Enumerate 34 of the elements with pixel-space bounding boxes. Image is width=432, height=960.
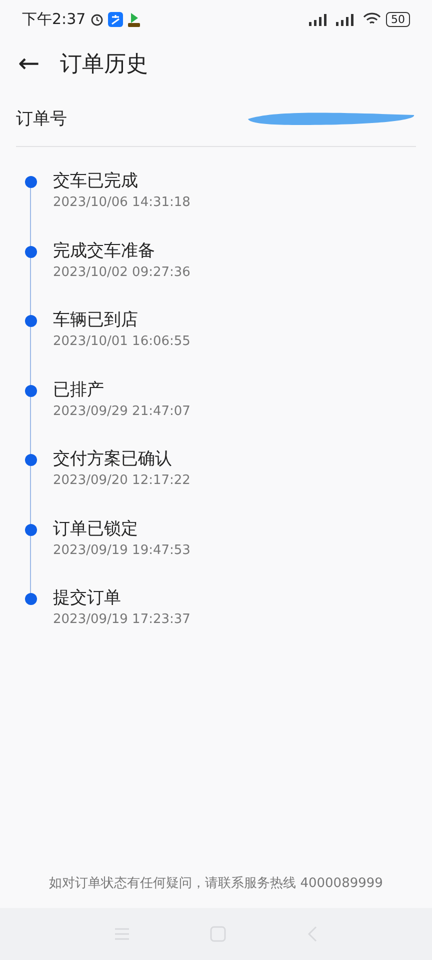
menu-icon[interactable] xyxy=(114,927,130,941)
order-number-label: 订单号 xyxy=(16,108,67,130)
timeline-dot xyxy=(25,593,37,605)
status-time: 2023/09/20 12:17:22 xyxy=(53,472,190,490)
status-title: 交车已完成 xyxy=(53,170,139,193)
page-title: 订单历史 xyxy=(60,51,148,79)
status-title: 完成交车准备 xyxy=(53,240,156,262)
status-time: 2023/09/29 21:47:07 xyxy=(53,402,190,420)
timeline-dot xyxy=(25,384,37,396)
home-icon[interactable] xyxy=(210,926,226,942)
status-time: 2023/10/06 14:31:18 xyxy=(53,194,190,212)
status-time: 2023/10/02 09:27:36 xyxy=(53,264,190,282)
timeline-dot xyxy=(25,246,37,258)
app-icon xyxy=(108,12,123,26)
status-time: 2023/10/01 16:06:55 xyxy=(53,333,190,351)
alarm-icon xyxy=(90,12,104,26)
status-title: 车辆已到店 xyxy=(53,309,139,332)
play-app-icon xyxy=(126,12,141,26)
timeline-dot xyxy=(25,524,37,536)
status-time: 2023/09/19 17:23:37 xyxy=(53,611,190,629)
back-button[interactable]: ← xyxy=(18,51,40,77)
status-time: 下午2:37 xyxy=(22,10,86,28)
timeline-dot xyxy=(25,315,37,327)
timeline-dot xyxy=(25,176,37,188)
wifi-icon xyxy=(363,12,381,26)
hotline-note: 如对订单状态有任何疑问，请联系服务热线 4000089999 xyxy=(49,876,383,891)
status-title: 交付方案已确认 xyxy=(53,448,173,471)
timeline-dot xyxy=(25,454,37,466)
status-time: 2023/09/19 19:47:53 xyxy=(53,542,190,560)
battery-icon: 50 xyxy=(386,12,410,26)
back-icon[interactable] xyxy=(306,926,318,942)
status-title: 已排产 xyxy=(53,378,105,402)
status-title: 提交订单 xyxy=(53,587,122,610)
status-title: 订单已锁定 xyxy=(53,518,139,540)
